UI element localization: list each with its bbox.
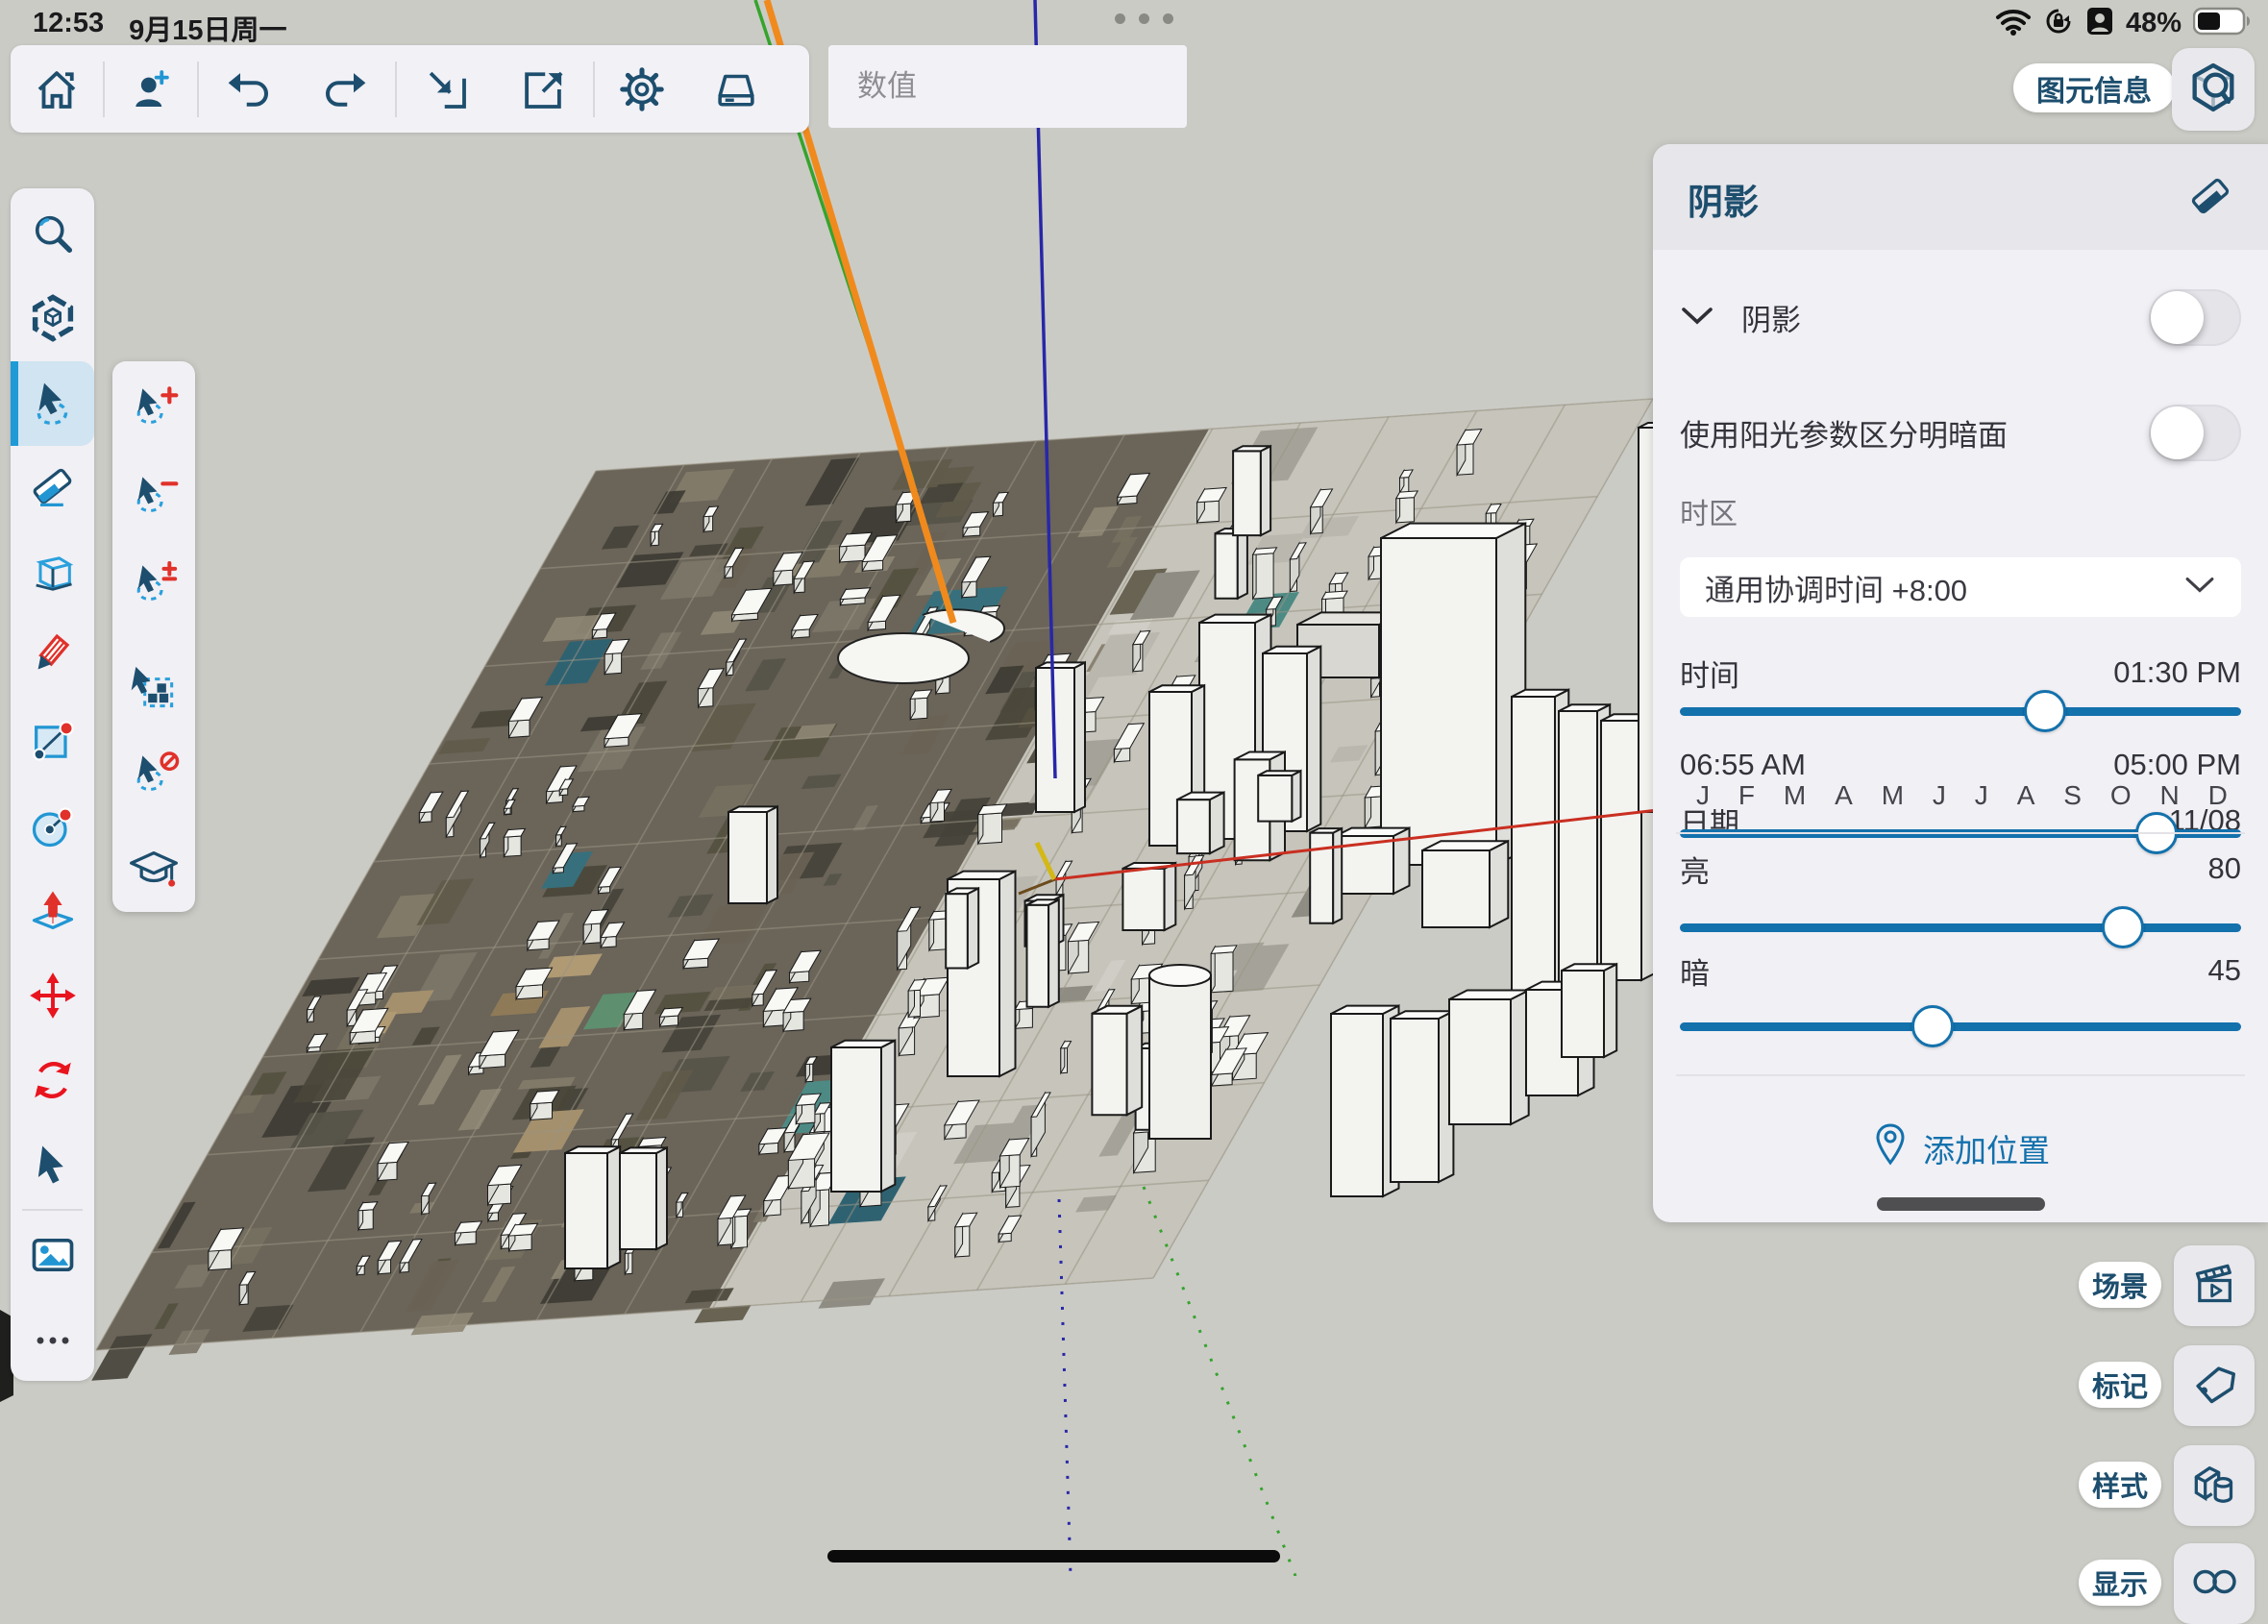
rectangle-tool[interactable] (11, 700, 94, 784)
settings-gear-icon[interactable] (596, 63, 688, 115)
import-button[interactable] (401, 63, 493, 115)
select-none-tool[interactable] (112, 731, 195, 816)
home-button[interactable] (11, 63, 103, 115)
clock: 12:53 (33, 8, 104, 48)
timezone-select[interactable]: 通用协调时间 +8:00 (1680, 557, 2241, 617)
time-label: 时间 (1680, 652, 1739, 695)
styles-button[interactable] (2174, 1445, 2255, 1526)
shadow-row-label: 阴影 (1741, 296, 1801, 339)
dark-label: 暗 (1680, 949, 1710, 993)
line-tool[interactable] (11, 615, 94, 700)
more-tools-button[interactable] (11, 1298, 94, 1383)
tools-toolbar (11, 188, 94, 1381)
select-region-tool[interactable] (112, 646, 195, 730)
light-label: 亮 (1680, 848, 1710, 891)
move-tool[interactable] (11, 953, 94, 1038)
shadows-panel: 阴影 阴影 使用阳光参数区分明暗面 时区 通用协调时间 +8:00 时间 01:… (1653, 144, 2268, 1222)
measurement-input[interactable] (828, 45, 1187, 128)
display-icon (2187, 1555, 2241, 1613)
styles-label[interactable]: 样式 (2079, 1462, 2161, 1508)
select-flyout (112, 361, 195, 912)
chevron-down-icon (2183, 575, 2216, 601)
time-min: 06:55 AM (1680, 748, 1806, 782)
timezone-value: 通用协调时间 +8:00 (1705, 566, 1967, 609)
display-label[interactable]: 显示 (2079, 1560, 2161, 1606)
tutorial-button[interactable] (112, 826, 195, 911)
dark-slider[interactable] (1680, 1005, 2241, 1047)
entity-info-button[interactable]: 图元信息 (2013, 63, 2175, 112)
home-indicator[interactable] (827, 1550, 1280, 1562)
time-slider[interactable] (1680, 690, 2241, 732)
location-pin-icon (1871, 1122, 1910, 1174)
tag-icon (2187, 1357, 2241, 1415)
scenes-button[interactable] (2174, 1245, 2255, 1326)
light-value: 80 (2208, 851, 2241, 886)
battery-icon (2193, 7, 2253, 40)
clapperboard-icon (2187, 1257, 2241, 1316)
redo-button[interactable] (299, 63, 391, 115)
select-toggle-tool[interactable] (112, 541, 195, 626)
battery-percent: 48% (2126, 8, 2182, 39)
timezone-label: 时区 (1680, 490, 1738, 532)
multitasking-dots-icon[interactable] (1115, 13, 1173, 24)
zoom-tool[interactable] (11, 192, 94, 277)
undo-button[interactable] (203, 63, 295, 115)
date-label: 9月15日周一 (129, 8, 286, 48)
sun-toggle[interactable] (2149, 405, 2241, 461)
panel-resize-grip[interactable] (1877, 1197, 2045, 1211)
drawer-button[interactable] (690, 63, 782, 115)
light-slider[interactable] (1680, 906, 2241, 948)
add-location-button[interactable]: 添加位置 (1653, 1122, 2268, 1174)
shadow-toggle[interactable] (2149, 289, 2241, 346)
user-profile-icon (2085, 6, 2114, 41)
circle-tool[interactable] (11, 784, 94, 869)
status-bar: 12:53 9月15日周一 48% (0, 0, 2268, 43)
push-pull-tool[interactable] (11, 869, 94, 953)
pointer-tool[interactable] (11, 1122, 94, 1207)
box-tool[interactable] (11, 530, 94, 615)
cube-search-icon (2185, 60, 2241, 120)
shapes-icon (2187, 1457, 2241, 1515)
panel-eraser-icon[interactable] (2185, 171, 2235, 226)
add-person-button[interactable] (105, 63, 197, 115)
components-tool[interactable] (11, 276, 94, 360)
export-button[interactable] (497, 63, 589, 115)
wifi-icon (1995, 7, 2032, 40)
dark-value: 45 (2208, 953, 2241, 988)
select-tool[interactable] (11, 361, 94, 446)
display-button[interactable] (2174, 1543, 2255, 1624)
rotate-tool[interactable] (11, 1038, 94, 1122)
panel-header: 阴影 (1653, 144, 2268, 250)
time-value: 01:30 PM (2113, 655, 2241, 690)
eraser-tool[interactable] (11, 445, 94, 529)
sun-row-label: 使用阳光参数区分明暗面 (1680, 411, 2008, 455)
tags-button[interactable] (2174, 1345, 2255, 1426)
search-model-button[interactable] (2172, 48, 2255, 131)
chevron-down-icon[interactable] (1680, 304, 1714, 332)
select-subtract-tool[interactable] (112, 453, 195, 537)
panel-title: 阴影 (1688, 173, 1759, 225)
time-max: 05:00 PM (2113, 748, 2241, 782)
month-scale: JF MA MJ JA SO ND (1696, 780, 2228, 811)
image-tool[interactable] (11, 1213, 94, 1297)
tags-label[interactable]: 标记 (2079, 1362, 2161, 1408)
select-add-tool[interactable] (112, 364, 195, 449)
main-toolbar (11, 45, 809, 133)
rotation-lock-icon (2043, 6, 2074, 41)
scenes-label[interactable]: 场景 (2079, 1262, 2161, 1308)
